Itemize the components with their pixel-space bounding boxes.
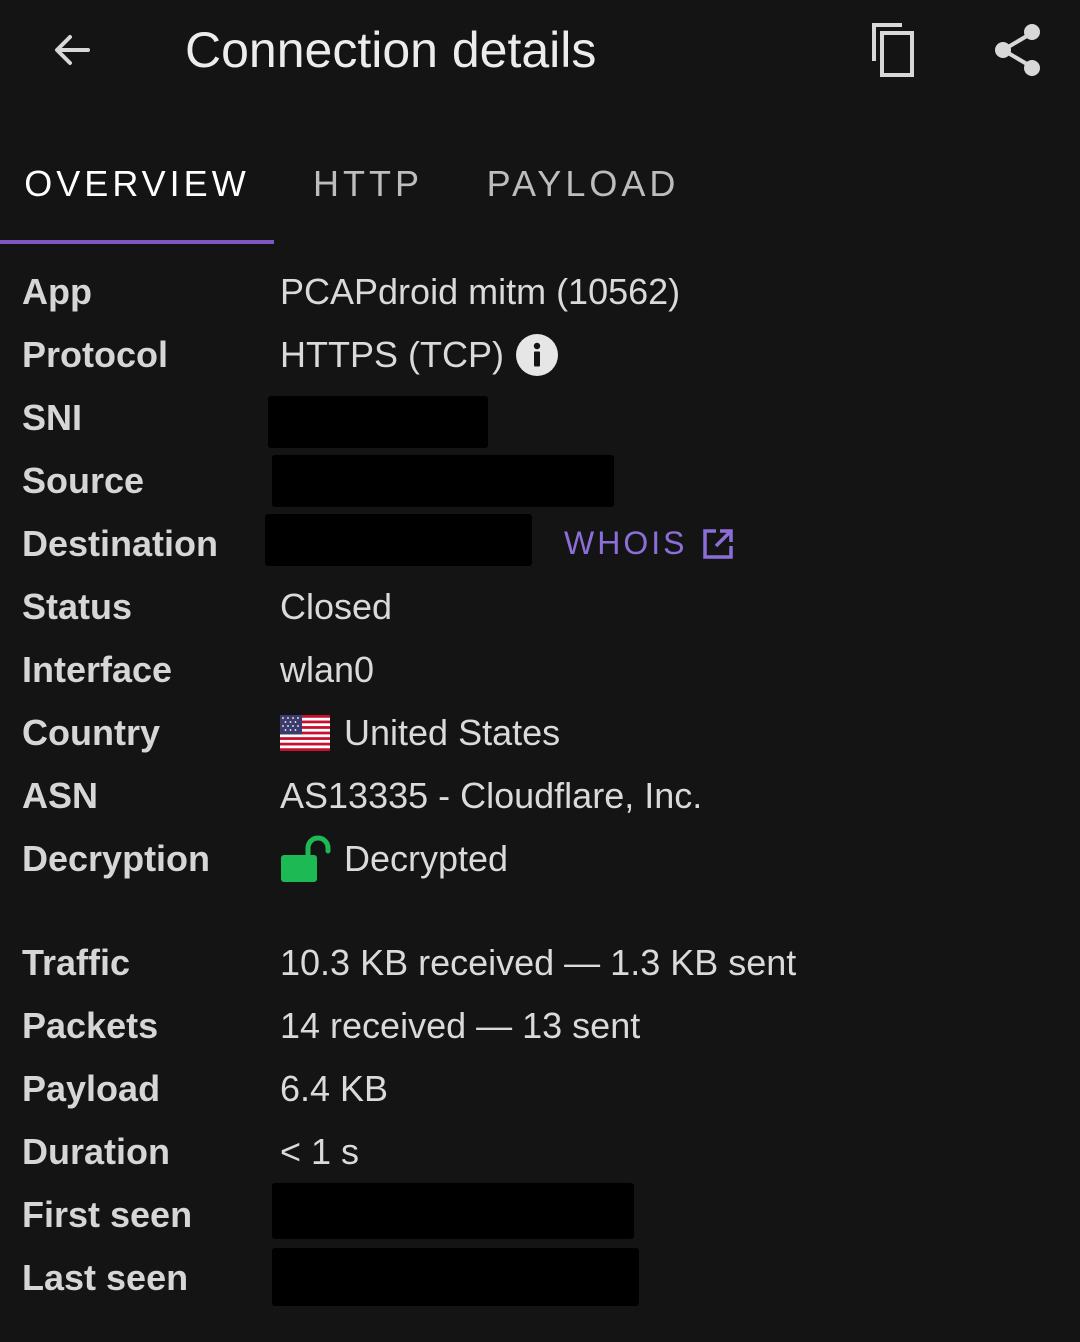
detail-label: ASN: [22, 775, 99, 816]
tab-overview[interactable]: OVERVIEW: [0, 124, 274, 244]
active-tab-indicator: [0, 240, 274, 244]
detail-label: Packets: [22, 1005, 159, 1046]
detail-label: Status: [22, 586, 133, 627]
detail-row-asn: ASN AS13335 - Cloudflare, Inc.: [0, 764, 1080, 827]
page-title: Connection details: [185, 22, 597, 78]
share-icon: [995, 24, 1040, 76]
arrow-left-icon: [55, 35, 90, 65]
detail-label: Payload: [22, 1068, 161, 1109]
detail-label: Protocol: [22, 334, 169, 375]
detail-row-payload: Payload 6.4 KB: [0, 1057, 1080, 1120]
tab-bar: OVERVIEW HTTP PAYLOAD: [0, 124, 1080, 244]
decryption-value: Decrypted: [344, 837, 509, 879]
detail-row-sni: SNI: [0, 386, 1080, 449]
protocol-value: HTTPS (TCP): [280, 333, 504, 375]
detail-label: Interface: [22, 649, 173, 690]
detail-label: Duration: [22, 1131, 170, 1172]
detail-row-first-seen: First seen: [0, 1183, 1080, 1246]
detail-label: Decryption: [22, 838, 211, 879]
interface-value: wlan0: [280, 648, 375, 690]
detail-label: Source: [22, 460, 145, 501]
back-button[interactable]: [28, 6, 116, 94]
first-seen-value-redacted: [272, 1183, 634, 1239]
detail-row-last-seen: Last seen: [0, 1246, 1080, 1309]
unlocked-padlock-icon: [281, 835, 331, 882]
detail-label: SNI: [22, 397, 83, 438]
open-external-icon: [703, 528, 734, 559]
detail-label: App: [22, 271, 92, 312]
packets-value: 14 received — 13 sent: [280, 1004, 641, 1046]
status-value: Closed: [280, 585, 393, 627]
detail-row-country: Country United States: [0, 701, 1080, 764]
detail-label: Last seen: [22, 1257, 189, 1298]
detail-label: Country: [22, 712, 160, 753]
tab-http[interactable]: HTTP: [290, 124, 446, 244]
tab-payload[interactable]: PAYLOAD: [470, 124, 696, 244]
asn-value: AS13335 - Cloudflare, Inc.: [280, 774, 703, 816]
detail-row-traffic: Traffic 10.3 KB received — 1.3 KB sent: [0, 931, 1080, 994]
traffic-value: 10.3 KB received — 1.3 KB sent: [280, 941, 797, 983]
protocol-value-container: HTTPS (TCP): [280, 323, 558, 386]
detail-row-status: Status Closed: [0, 575, 1080, 638]
detail-row-interface: Interface wlan0: [0, 638, 1080, 701]
detail-row-protocol: Protocol HTTPS (TCP): [0, 323, 1080, 386]
copy-button[interactable]: [848, 6, 936, 94]
last-seen-value-redacted: [272, 1248, 639, 1306]
detail-row-app: App PCAPdroid mitm (10562): [0, 260, 1080, 323]
detail-label: Destination: [22, 523, 219, 564]
whois-label: WHOIS: [564, 525, 688, 561]
country-value-container: United States: [280, 701, 560, 764]
copy-icon: [872, 23, 914, 77]
payload-value: 6.4 KB: [280, 1067, 389, 1109]
detail-row-source: Source: [0, 449, 1080, 512]
us-flag-icon: [280, 714, 330, 751]
detail-row-destination: Destination WHOIS: [0, 512, 1080, 575]
share-button[interactable]: [974, 6, 1062, 94]
whois-link[interactable]: WHOIS: [564, 512, 735, 575]
app-bar: Connection details: [0, 0, 1080, 100]
source-value-redacted: [272, 455, 614, 507]
app-value: PCAPdroid mitm (10562): [280, 270, 681, 312]
info-icon[interactable]: [515, 333, 558, 376]
decryption-value-container: Decrypted: [280, 827, 508, 890]
country-value: United States: [344, 711, 561, 753]
sni-value-redacted: [268, 396, 488, 448]
detail-label: Traffic: [22, 942, 131, 983]
duration-value: < 1 s: [280, 1130, 360, 1172]
detail-row-duration: Duration < 1 s: [0, 1120, 1080, 1183]
detail-row-packets: Packets 14 received — 13 sent: [0, 994, 1080, 1057]
detail-row-decryption: Decryption Decrypted: [0, 827, 1080, 890]
destination-value-redacted: [265, 514, 532, 566]
detail-label: First seen: [22, 1194, 193, 1235]
